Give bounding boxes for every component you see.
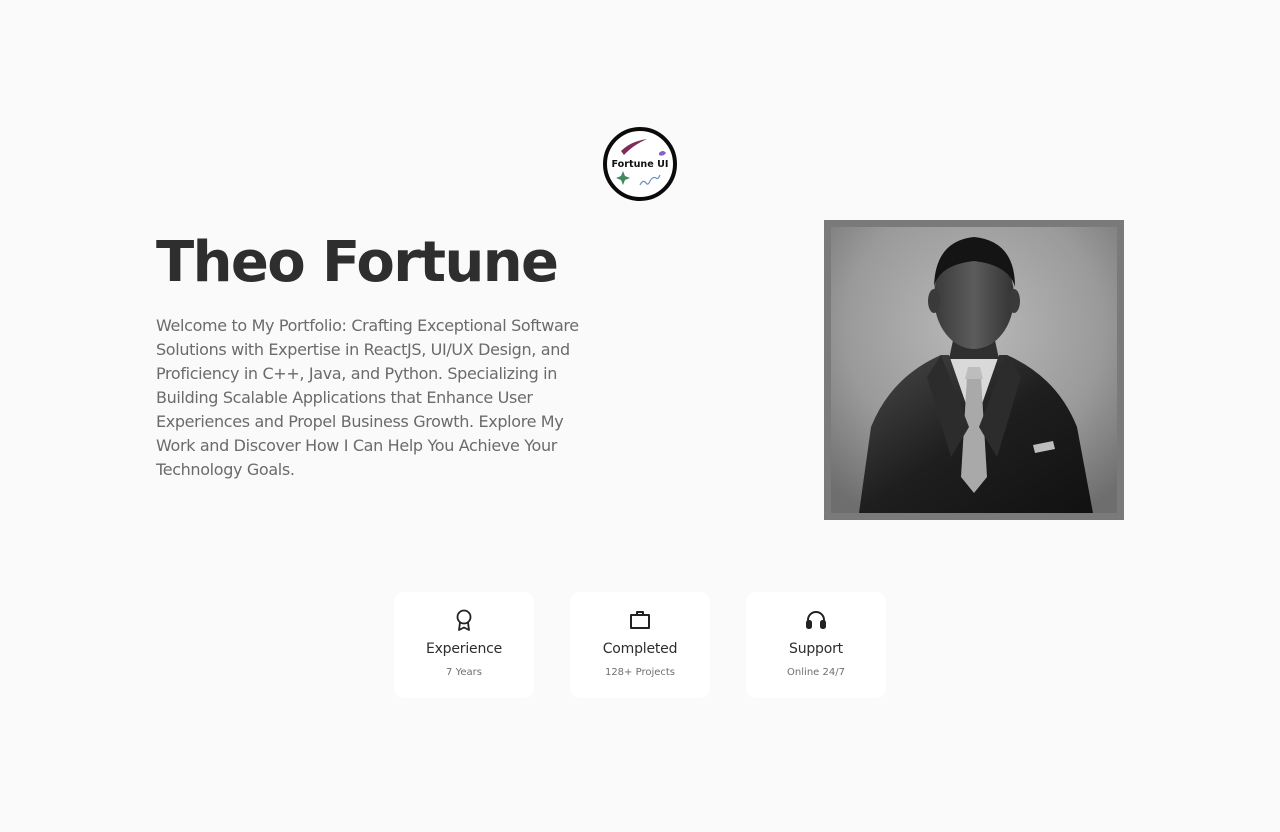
profile-photo-icon (831, 227, 1117, 513)
portrait-frame (824, 220, 1124, 520)
stat-value: 7 Years (446, 667, 482, 678)
logo-text: Fortune UI (612, 159, 669, 170)
stat-card-support: Support Online 24/7 (746, 592, 886, 698)
fortune-ui-logo-icon: Fortune UI (612, 139, 669, 186)
page: Fortune UI Theo Fortune Welcome to My Po… (0, 0, 1280, 832)
hero-name: Theo Fortune (156, 230, 559, 295)
stat-card-experience: Experience 7 Years (394, 592, 534, 698)
stat-title: Completed (602, 641, 678, 657)
award-icon (452, 608, 476, 632)
stat-title: Experience (425, 641, 503, 657)
stat-value: 128+ Projects (604, 667, 676, 678)
stats-row: Experience 7 Years Completed 128+ Projec… (394, 592, 886, 698)
headset-icon (804, 608, 828, 632)
hero-description: Welcome to My Portfolio: Crafting Except… (156, 316, 579, 479)
stat-value: Online 24/7 (787, 667, 845, 678)
stat-title: Support (789, 641, 843, 657)
stat-card-completed: Completed 128+ Projects (570, 592, 710, 698)
briefcase-icon (628, 608, 652, 632)
logo[interactable]: Fortune UI (603, 127, 677, 201)
